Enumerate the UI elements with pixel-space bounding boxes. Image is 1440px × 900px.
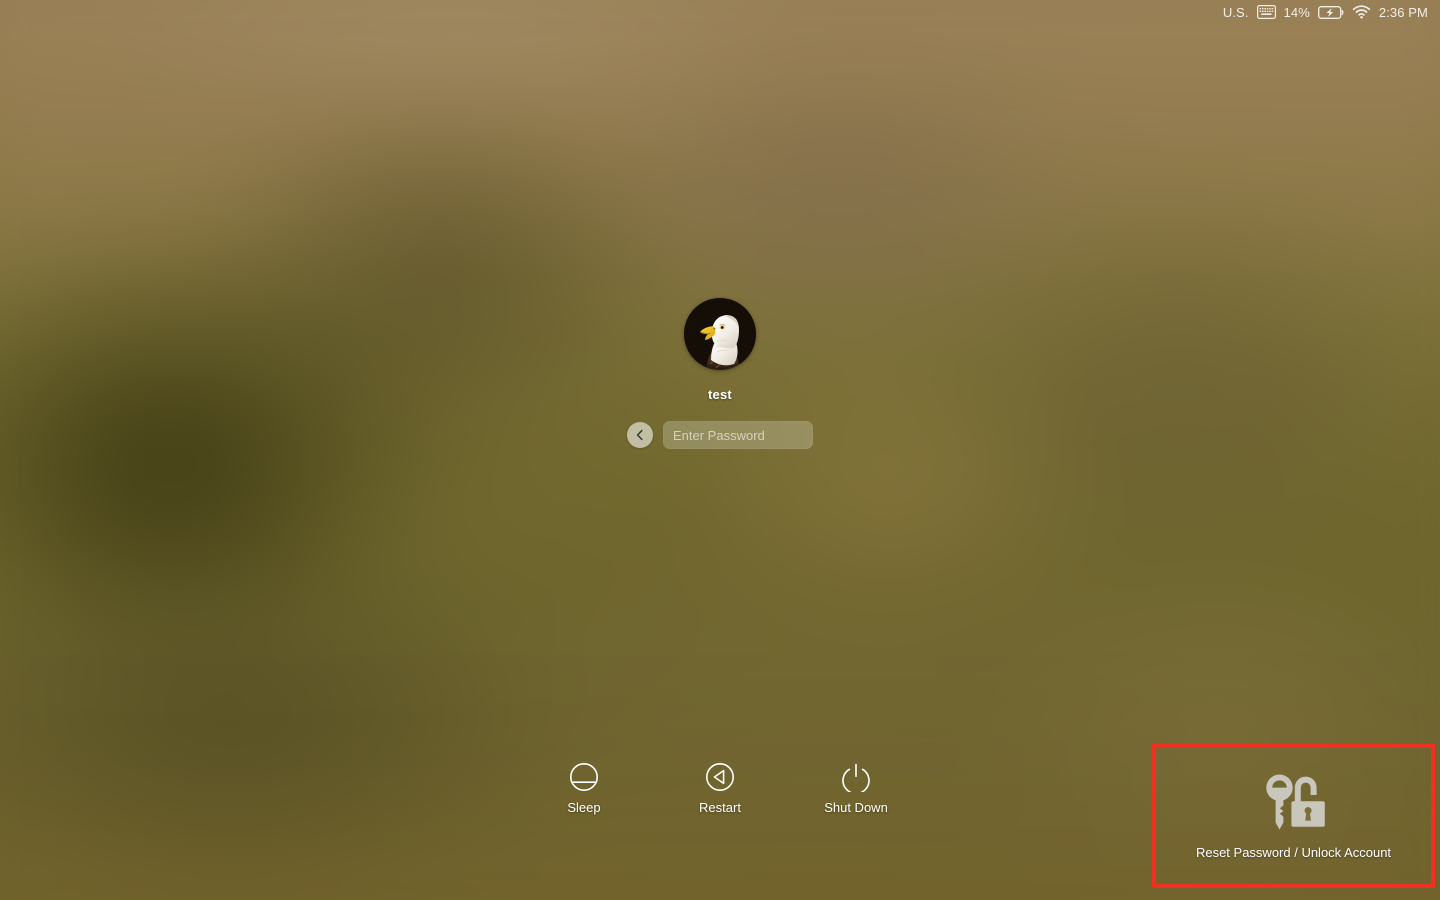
wifi-icon[interactable] xyxy=(1352,5,1371,19)
battery-percent-label: 14% xyxy=(1283,4,1310,20)
battery-charging-icon xyxy=(1317,5,1344,19)
avatar[interactable] xyxy=(684,298,756,370)
key-unlocked-padlock-icon xyxy=(1265,774,1325,830)
menubar-battery[interactable]: 14% xyxy=(1284,6,1344,19)
restart-button[interactable]: Restart xyxy=(685,762,755,815)
reset-password-label: Reset Password / Unlock Account xyxy=(1195,844,1392,860)
menubar-input-source[interactable]: U.S. xyxy=(1223,6,1249,19)
shutdown-button[interactable]: Shut Down xyxy=(821,762,891,815)
keyboard-icon[interactable] xyxy=(1256,5,1276,19)
menubar-clock[interactable]: 2:36 PM xyxy=(1379,6,1428,19)
power-icon xyxy=(842,763,870,792)
password-input[interactable] xyxy=(663,421,813,449)
input-source-label: U.S. xyxy=(1222,4,1249,20)
sleep-icon xyxy=(570,763,598,791)
clock-label: 2:36 PM xyxy=(1378,4,1428,20)
bald-eagle-avatar xyxy=(684,298,756,370)
menu-bar: U.S. 14% 2:36 PM xyxy=(0,0,1440,24)
back-button[interactable] xyxy=(627,422,653,448)
reset-password-button[interactable]: Reset Password / Unlock Account xyxy=(1152,744,1435,888)
sleep-button[interactable]: Sleep xyxy=(549,762,619,815)
login-panel: test xyxy=(0,298,1440,449)
restart-icon xyxy=(706,763,734,791)
username-label: test xyxy=(708,387,732,402)
password-row xyxy=(627,421,813,449)
restart-label: Restart xyxy=(699,800,741,815)
chevron-left-icon xyxy=(636,429,643,441)
sleep-label: Sleep xyxy=(567,800,601,815)
shutdown-label: Shut Down xyxy=(824,800,888,815)
